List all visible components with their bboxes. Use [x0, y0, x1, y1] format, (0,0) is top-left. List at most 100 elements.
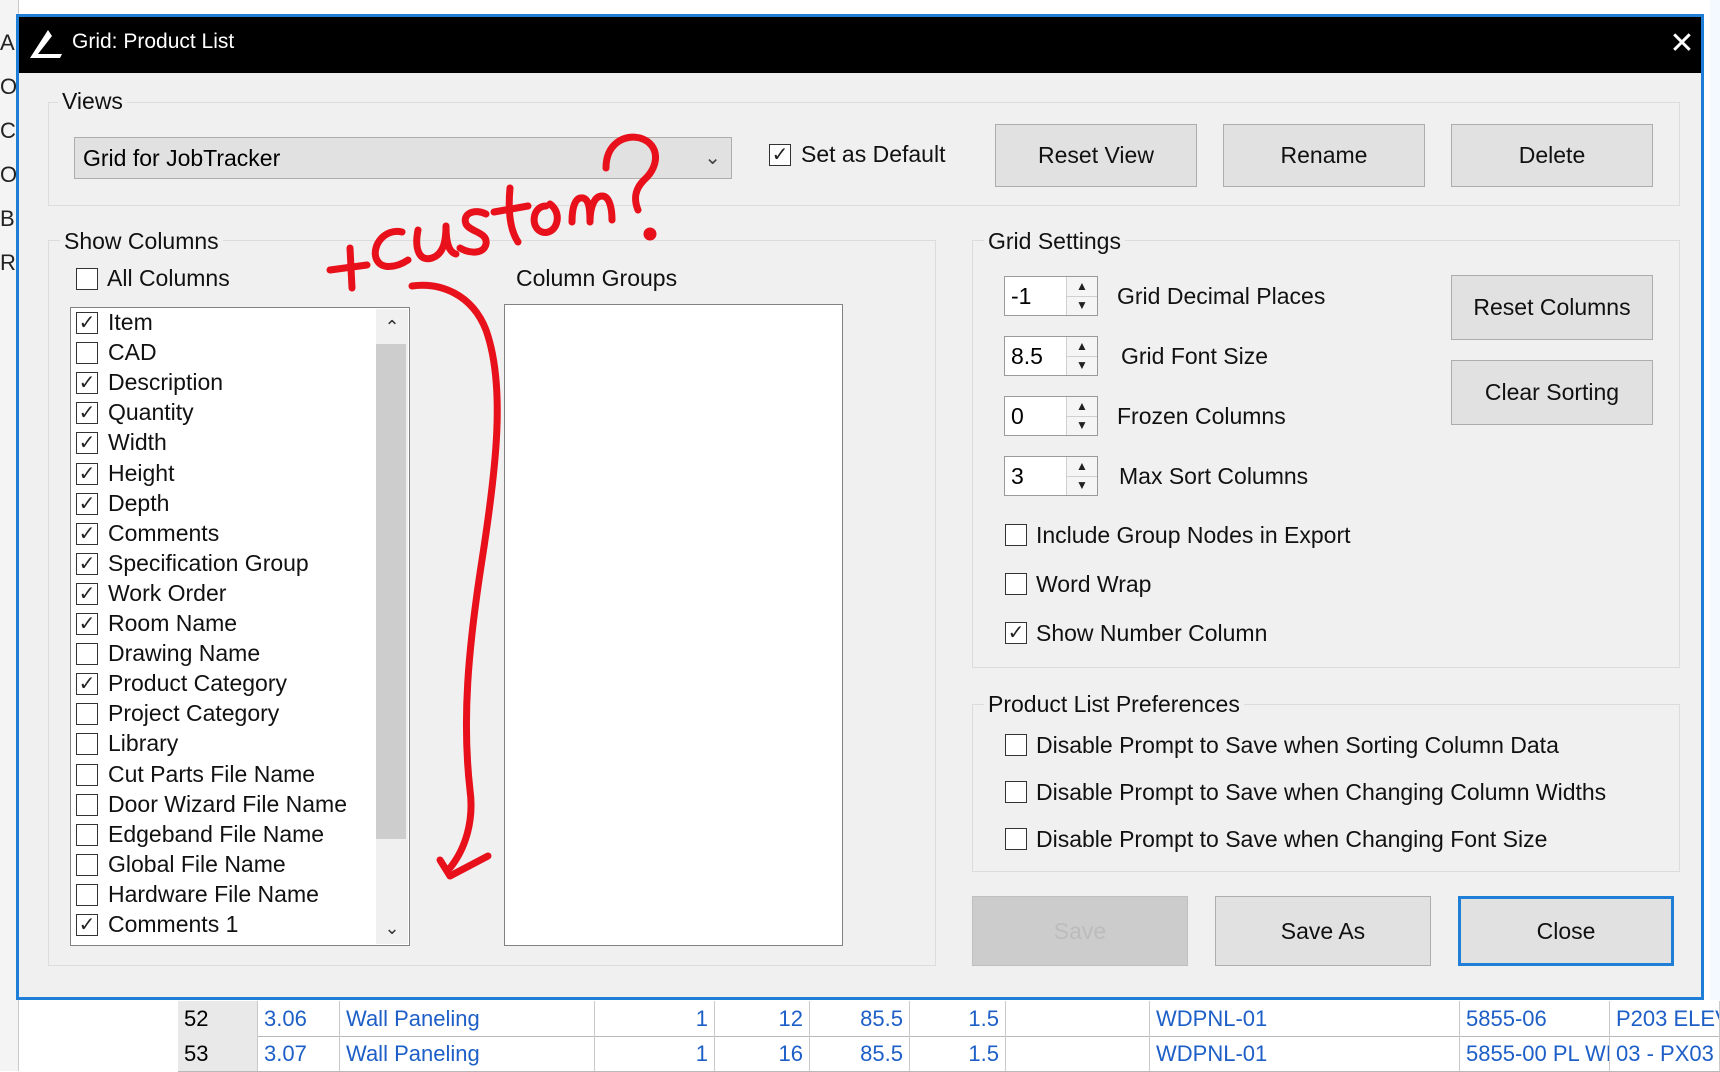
- column-groups-label: Column Groups: [516, 265, 678, 291]
- column-checkbox[interactable]: ✓: [76, 582, 98, 605]
- show-number-column-label: Show Number Column: [1036, 620, 1268, 646]
- column-label: Depth: [108, 489, 170, 516]
- font-size-spinner[interactable]: 8.5 ▲ ▼: [1004, 336, 1098, 376]
- column-checkbox[interactable]: [76, 643, 98, 666]
- save-as-button[interactable]: Save As: [1215, 896, 1431, 966]
- frozen-columns-spinner[interactable]: 0 ▲ ▼: [1004, 396, 1098, 436]
- reset-view-button[interactable]: Reset View: [995, 124, 1197, 187]
- save-button[interactable]: Save: [972, 896, 1188, 966]
- column-checkbox[interactable]: [76, 703, 98, 726]
- column-checkbox[interactable]: ✓: [76, 552, 98, 575]
- decimal-places-label: Grid Decimal Places: [1117, 283, 1326, 309]
- rename-button[interactable]: Rename: [1223, 124, 1425, 187]
- column-checkbox[interactable]: [76, 883, 98, 906]
- table-cell: 3.07: [258, 1036, 340, 1071]
- delete-button[interactable]: Delete: [1451, 124, 1653, 187]
- spin-down-icon[interactable]: ▼: [1067, 356, 1097, 375]
- spin-up-icon[interactable]: ▲: [1067, 277, 1097, 297]
- table-cell: P203 ELEV: [1610, 1001, 1720, 1036]
- table-cell: [1006, 1036, 1150, 1071]
- table-cell: 52: [178, 1001, 258, 1036]
- max-sort-columns-label: Max Sort Columns: [1119, 463, 1309, 489]
- table-cell: 12: [715, 1001, 810, 1036]
- column-label: Room Name: [108, 610, 238, 636]
- spin-down-icon[interactable]: ▼: [1067, 296, 1097, 315]
- column-label: Work Order: [108, 579, 227, 606]
- column-groups-list[interactable]: [504, 304, 843, 946]
- column-checkbox[interactable]: [76, 342, 98, 365]
- column-checkbox[interactable]: ✓: [76, 312, 98, 334]
- table-cell: 16: [715, 1036, 810, 1071]
- scroll-down-icon[interactable]: ⌄: [376, 912, 408, 944]
- view-select-value: Grid for JobTracker: [83, 145, 281, 171]
- scroll-up-icon[interactable]: ⌃: [376, 311, 408, 343]
- column-checkbox[interactable]: ✓: [76, 372, 98, 395]
- spin-up-icon[interactable]: ▲: [1067, 397, 1097, 417]
- word-wrap-checkbox[interactable]: [1005, 573, 1027, 595]
- column-checkbox[interactable]: ✓: [76, 432, 98, 455]
- table-cell: 1.5: [910, 1036, 1006, 1071]
- background-app-right-edge: [1710, 0, 1720, 1071]
- column-checkbox[interactable]: ✓: [76, 492, 98, 515]
- clear-sorting-button[interactable]: Clear Sorting: [1451, 360, 1653, 425]
- column-label: Cut Parts File Name: [108, 760, 316, 787]
- preferences-group-label: Product List Preferences: [984, 691, 1244, 718]
- reset-columns-button[interactable]: Reset Columns: [1451, 275, 1653, 340]
- chevron-down-icon: ⌄: [704, 147, 721, 169]
- spin-up-icon[interactable]: ▲: [1067, 457, 1097, 477]
- table-cell: 03 - PX03: [1610, 1036, 1720, 1071]
- table-cell: 85.5: [810, 1036, 910, 1071]
- views-group-label: Views: [58, 88, 127, 115]
- close-button[interactable]: Close: [1458, 896, 1674, 966]
- max-sort-columns-spinner[interactable]: 3 ▲ ▼: [1004, 456, 1098, 496]
- app-logo-icon: [30, 30, 62, 58]
- all-columns-checkbox[interactable]: [76, 268, 98, 290]
- table-cell: [1006, 1001, 1150, 1036]
- table-cell: 1: [595, 1036, 715, 1071]
- set-as-default-checkbox[interactable]: ✓: [769, 144, 791, 166]
- preference-checkbox[interactable]: [1005, 781, 1027, 803]
- spin-down-icon[interactable]: ▼: [1067, 476, 1097, 495]
- window-title: Grid: Product List: [72, 30, 235, 53]
- table-cell: 53: [178, 1036, 258, 1071]
- column-checkbox[interactable]: ✓: [76, 673, 98, 696]
- include-group-nodes-checkbox[interactable]: [1005, 524, 1027, 546]
- column-checkbox[interactable]: ✓: [76, 613, 98, 635]
- include-group-nodes-label: Include Group Nodes in Export: [1036, 522, 1351, 548]
- column-checkbox[interactable]: ✓: [76, 522, 98, 545]
- column-checkbox[interactable]: [76, 763, 98, 786]
- spin-down-icon[interactable]: ▼: [1067, 416, 1097, 435]
- spin-up-icon[interactable]: ▲: [1067, 337, 1097, 357]
- close-icon[interactable]: ✕: [1662, 24, 1702, 64]
- column-label: Specification Group: [108, 549, 309, 576]
- column-label: Project Category: [108, 700, 280, 727]
- column-checkbox[interactable]: ✓: [76, 402, 98, 425]
- show-number-column-checkbox[interactable]: ✓: [1005, 622, 1027, 644]
- table-cell: Wall Paneling: [340, 1036, 595, 1071]
- column-checkbox[interactable]: [76, 793, 98, 816]
- title-bar[interactable]: [19, 17, 1701, 73]
- all-columns-label: All Columns: [107, 265, 230, 291]
- column-label: Height: [108, 459, 175, 486]
- table-cell: 3.06: [258, 1001, 340, 1036]
- table-cell: 1: [595, 1001, 715, 1036]
- view-select[interactable]: Grid for JobTracker ⌄: [74, 137, 732, 179]
- table-cell: 85.5: [810, 1001, 910, 1036]
- column-checkbox[interactable]: ✓: [76, 914, 98, 936]
- table-cell: WDPNL-01: [1150, 1036, 1460, 1071]
- column-label: Drawing Name: [108, 640, 261, 667]
- column-checkbox[interactable]: [76, 853, 98, 876]
- table-cell: 1.5: [910, 1001, 1006, 1036]
- table-row[interactable]: 52 3.06 Wall Paneling 1 12 85.5 1.5 WDPN…: [178, 1001, 1720, 1037]
- decimal-places-value: -1: [1011, 283, 1032, 309]
- decimal-places-spinner[interactable]: -1 ▲ ▼: [1004, 276, 1098, 316]
- preference-checkbox[interactable]: [1005, 734, 1027, 756]
- word-wrap-label: Word Wrap: [1036, 571, 1152, 597]
- preference-checkbox[interactable]: [1005, 828, 1027, 850]
- column-checkbox[interactable]: ✓: [76, 462, 98, 485]
- set-as-default-label: Set as Default: [801, 141, 946, 167]
- scrollbar-thumb[interactable]: [376, 344, 406, 839]
- column-checkbox[interactable]: [76, 733, 98, 756]
- column-checkbox[interactable]: [76, 823, 98, 846]
- table-row[interactable]: 53 3.07 Wall Paneling 1 16 85.5 1.5 WDPN…: [178, 1036, 1720, 1072]
